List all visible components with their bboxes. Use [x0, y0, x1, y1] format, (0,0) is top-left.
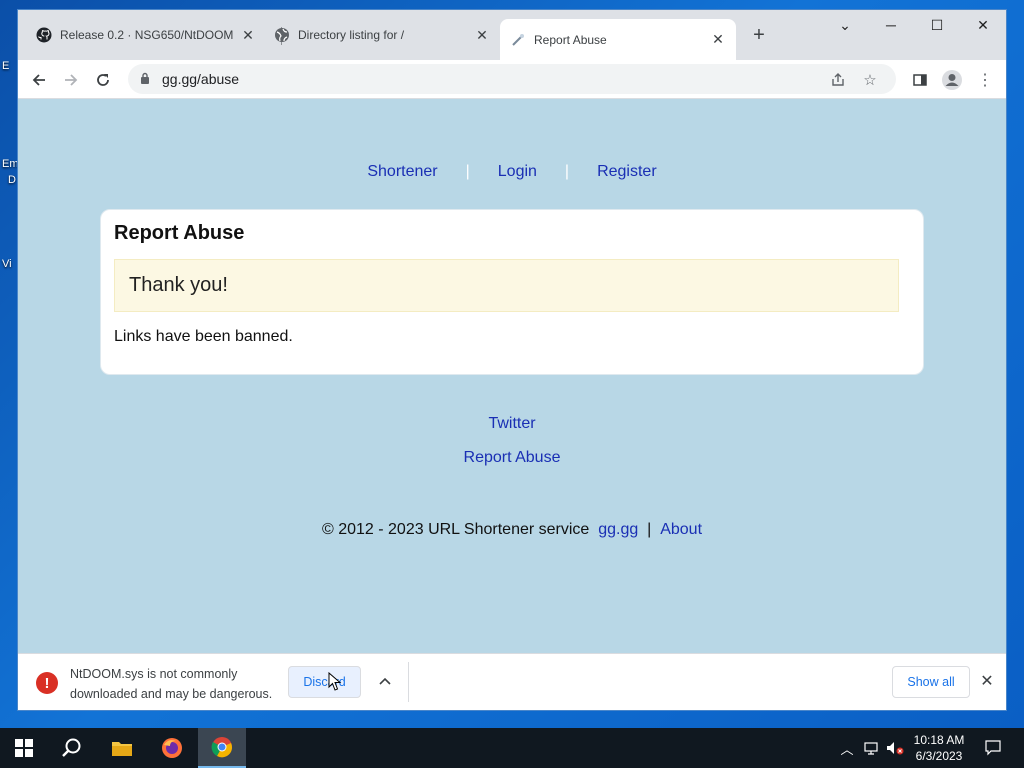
- footer-twitter: Twitter: [18, 415, 1006, 433]
- network-icon[interactable]: [860, 728, 882, 768]
- clock-time: 10:18 AM: [913, 733, 965, 747]
- volume-muted-icon[interactable]: [884, 728, 906, 768]
- top-nav: Shortener | Login | Register: [18, 163, 1006, 181]
- tab-search-icon[interactable]: ⌄: [822, 10, 868, 40]
- tab-title: Report Abuse: [534, 32, 607, 47]
- maximize-button[interactable]: ☐: [914, 10, 960, 40]
- desktop-icon-label[interactable]: Em: [2, 158, 19, 170]
- download-warning-text: NtDOOM.sys is not commonly downloaded an…: [70, 664, 272, 704]
- nav-login-link[interactable]: Login: [498, 163, 537, 180]
- forward-icon[interactable]: [58, 67, 84, 93]
- browser-window: Release 0.2 · NSG650/NtDOOM ✕ Directory …: [18, 10, 1006, 710]
- menu-kebab-icon[interactable]: ⋮: [972, 67, 998, 93]
- close-tab-icon[interactable]: ✕: [474, 27, 490, 43]
- github-icon: [36, 27, 52, 43]
- chevron-up-icon[interactable]: [374, 670, 396, 692]
- nav-shortener-link[interactable]: Shortener: [367, 163, 437, 180]
- link-icon: [510, 32, 526, 48]
- url-text: gg.gg/abuse: [162, 71, 240, 87]
- globe-icon: [274, 27, 290, 43]
- tab-directory[interactable]: Directory listing for / ✕: [264, 19, 500, 51]
- profile-avatar-icon[interactable]: [939, 67, 965, 93]
- download-shelf: ! NtDOOM.sys is not commonly downloaded …: [18, 653, 1006, 710]
- discard-button[interactable]: Discard: [288, 666, 361, 698]
- site-link[interactable]: gg.gg: [598, 521, 638, 538]
- bookmark-star-icon[interactable]: ☆: [860, 70, 880, 90]
- footer-report: Report Abuse: [18, 449, 1006, 467]
- desktop-icon-label[interactable]: E: [2, 60, 9, 72]
- tab-title: Release 0.2 · NSG650/NtDOOM: [60, 28, 234, 42]
- tab-report-abuse[interactable]: Report Abuse ✕: [500, 19, 736, 60]
- show-all-button[interactable]: Show all: [892, 666, 970, 698]
- nav-register-link[interactable]: Register: [597, 163, 657, 180]
- lock-icon[interactable]: [140, 72, 154, 87]
- file-explorer-icon[interactable]: [98, 728, 146, 768]
- browser-toolbar: gg.gg/abuse ☆ ⋮: [18, 60, 1006, 99]
- close-tab-icon[interactable]: ✕: [240, 27, 256, 43]
- minimize-button[interactable]: ─: [868, 10, 914, 40]
- tab-title: Directory listing for /: [298, 28, 405, 42]
- nav-separator: |: [465, 163, 470, 180]
- side-panel-icon[interactable]: [907, 67, 933, 93]
- page-content: Shortener | Login | Register Report Abuse Th…: [18, 99, 1006, 653]
- desktop-icon-label[interactable]: D: [8, 174, 16, 186]
- system-clock[interactable]: 10:18 AM 6/3/2023: [906, 732, 972, 764]
- tab-release[interactable]: Release 0.2 · NSG650/NtDOOM ✕: [26, 19, 266, 51]
- download-warning-line: downloaded and may be dangerous.: [70, 687, 273, 701]
- danger-warning-icon: !: [36, 672, 58, 694]
- nav-separator: |: [564, 163, 570, 180]
- tray-chevron-up-icon[interactable]: ︿: [838, 728, 856, 768]
- copyright-text: © 2012 - 2023 URL Shortener service: [321, 521, 590, 538]
- firefox-icon[interactable]: [148, 728, 196, 768]
- download-warning-line: NtDOOM.sys is not commonly: [70, 667, 238, 681]
- start-windows-icon[interactable]: [0, 728, 48, 768]
- copyright-line: © 2012 - 2023 URL Shortener service gg.g…: [18, 521, 1006, 539]
- footer-divider: |: [647, 521, 652, 538]
- result-message: Links have been banned.: [114, 328, 293, 345]
- success-alert: Thank you!: [114, 259, 899, 312]
- address-bar[interactable]: gg.gg/abuse ☆: [128, 64, 896, 94]
- card-title: Report Abuse: [114, 222, 245, 244]
- desktop-icon-label[interactable]: Vi: [2, 258, 12, 270]
- back-icon[interactable]: [26, 67, 52, 93]
- close-shelf-icon[interactable]: ✕: [976, 670, 998, 692]
- share-icon[interactable]: [828, 70, 848, 90]
- tab-strip: Release 0.2 · NSG650/NtDOOM ✕ Directory …: [18, 10, 1006, 60]
- about-link[interactable]: About: [660, 521, 702, 538]
- new-tab-button[interactable]: +: [748, 24, 770, 46]
- report-abuse-link[interactable]: Report Abuse: [464, 449, 561, 466]
- shelf-divider: [408, 662, 409, 702]
- chrome-icon[interactable]: [198, 728, 246, 768]
- taskbar: ︿ 10:18 AM 6/3/2023: [0, 728, 1024, 768]
- twitter-link[interactable]: Twitter: [488, 415, 535, 432]
- search-icon[interactable]: [48, 728, 96, 768]
- reload-icon[interactable]: [90, 67, 116, 93]
- notification-icon[interactable]: [978, 728, 1008, 768]
- report-abuse-card: Report Abuse Thank you! Links have been …: [100, 209, 924, 375]
- close-tab-icon[interactable]: ✕: [710, 31, 726, 48]
- mouse-cursor-icon: [328, 672, 342, 691]
- clock-date: 6/3/2023: [915, 749, 963, 763]
- close-window-button[interactable]: ✕: [960, 10, 1006, 40]
